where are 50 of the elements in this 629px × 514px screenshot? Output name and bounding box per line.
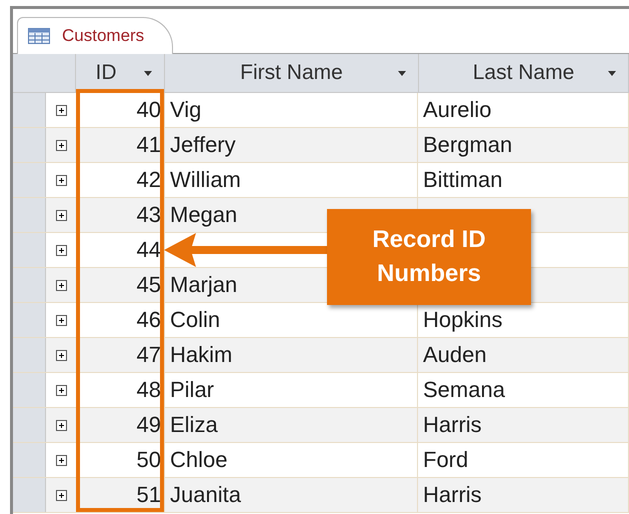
table-cell: 40 [136, 97, 161, 123]
expand-icon[interactable] [56, 454, 66, 466]
table-cell: 41 [136, 132, 161, 158]
table-cell: Marjan [170, 272, 238, 298]
table-cell: Hopkins [423, 307, 502, 333]
expand-icon[interactable] [56, 140, 66, 150]
table-cell: Colin [170, 307, 220, 333]
dropdown-arrow-icon[interactable] [608, 71, 616, 76]
table-cell: 50 [136, 447, 161, 473]
dropdown-arrow-icon[interactable] [144, 71, 152, 76]
table-cell: 47 [136, 342, 161, 368]
table-cell: Harris [423, 482, 482, 508]
table-cell: 48 [136, 377, 161, 403]
table-cell: Juanita [170, 482, 241, 508]
table-cell: William [170, 167, 241, 193]
expand-icon[interactable] [56, 420, 66, 430]
table-cell: Hakim [170, 342, 232, 368]
table-cell: 45 [136, 272, 161, 298]
table-cell: 42 [136, 167, 161, 193]
table-cell: 43 [136, 202, 161, 228]
expand-icon[interactable] [56, 384, 66, 396]
table-cell: 49 [136, 412, 161, 438]
expand-icon[interactable] [56, 210, 66, 220]
table-cell: Pilar [170, 377, 214, 403]
table-cell: 46 [136, 307, 161, 333]
table-cell: Semana [423, 377, 505, 403]
dropdown-arrow-icon[interactable] [398, 71, 406, 76]
table-cell: Chloe [170, 447, 228, 473]
expand-icon[interactable] [56, 350, 66, 360]
table-cell: Auden [423, 342, 487, 368]
table-cell: Aurelio [423, 97, 492, 123]
table-cell: Vig [170, 97, 202, 123]
expand-icon[interactable] [56, 490, 66, 500]
table-cell: Bittiman [423, 167, 502, 193]
table-cell: 44 [136, 237, 161, 263]
expand-icon[interactable] [56, 314, 66, 326]
expand-icon[interactable] [56, 104, 66, 116]
callout-label: Record ID Numbers [327, 209, 531, 305]
table-cell: Bergman [423, 132, 512, 158]
table-cell: Megan [170, 202, 238, 228]
table-icon [28, 28, 50, 44]
expand-icon[interactable] [56, 280, 66, 290]
table-cell: Eliza [170, 412, 218, 438]
table-tab[interactable]: Customers [17, 17, 174, 54]
expand-icon[interactable] [56, 244, 66, 256]
table-cell: Ford [423, 447, 468, 473]
table-cell: Harris [423, 412, 482, 438]
table-cell: Jeffery [170, 132, 236, 158]
expand-icon[interactable] [56, 174, 66, 186]
table-cell: 51 [136, 482, 161, 508]
